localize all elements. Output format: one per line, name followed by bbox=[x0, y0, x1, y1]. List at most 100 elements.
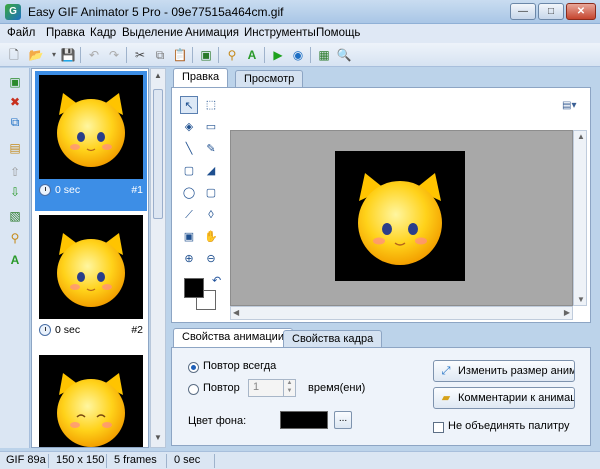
line-icon[interactable]: ╲ bbox=[180, 140, 198, 158]
list-item-frame[interactable]: 0 sec #2 bbox=[35, 211, 147, 351]
select-arrow-icon[interactable]: ↖ bbox=[180, 96, 198, 114]
frame-thumbnail bbox=[39, 215, 143, 319]
add-frame-icon[interactable]: ▣ bbox=[7, 74, 23, 90]
menu-bar: Файл Правка Кадр Выделение Анимация Инст… bbox=[0, 24, 600, 43]
effects-wand-icon[interactable]: ⚲ bbox=[7, 230, 23, 246]
zoom-icon[interactable]: 🔍 bbox=[336, 47, 352, 63]
move-up-icon[interactable]: ⇧ bbox=[7, 164, 23, 180]
fill-bucket-icon[interactable]: ◈ bbox=[180, 118, 198, 136]
clock-icon bbox=[39, 184, 51, 196]
move-down-icon[interactable]: ⇩ bbox=[7, 184, 23, 200]
list-item-frame[interactable]: 0 sec #1 bbox=[35, 71, 147, 211]
frame-info: 0 sec #1 bbox=[39, 183, 143, 199]
rect-select-icon[interactable]: ⬚ bbox=[202, 96, 220, 114]
rounded-rect-icon[interactable]: ▢ bbox=[202, 184, 220, 202]
redo-icon[interactable]: ↷ bbox=[106, 47, 122, 63]
image-insert-icon[interactable]: ▣ bbox=[180, 228, 198, 246]
stepper-down-icon[interactable]: ▼ bbox=[283, 388, 295, 396]
zoom-in-icon[interactable]: ⊕ bbox=[180, 250, 198, 268]
rectangle-icon[interactable]: ▢ bbox=[180, 162, 198, 180]
canvas-area[interactable] bbox=[230, 130, 573, 306]
background-color-picker[interactable] bbox=[280, 411, 328, 429]
canvas-image[interactable] bbox=[335, 151, 465, 281]
status-separator bbox=[48, 454, 49, 468]
insert-frame-icon[interactable]: ▤ bbox=[7, 140, 23, 156]
undo-icon[interactable]: ↶ bbox=[86, 47, 102, 63]
clock-icon bbox=[39, 324, 51, 336]
frames-list: 0 sec #1 0 sec #2 bbox=[31, 68, 149, 448]
paste-icon[interactable]: 📋 bbox=[172, 47, 188, 63]
repeat-always-label: Повтор всегда bbox=[203, 360, 277, 372]
new-file-icon[interactable]: 🗋 bbox=[6, 47, 22, 63]
scroll-right-icon[interactable]: ▶ bbox=[564, 308, 570, 317]
save-icon[interactable]: 💾 bbox=[60, 47, 76, 63]
status-separator bbox=[166, 454, 167, 468]
list-item-frame[interactable] bbox=[35, 351, 147, 447]
image-frame-icon[interactable]: ▧ bbox=[7, 208, 23, 224]
text-a-icon[interactable]: ◢ bbox=[202, 162, 220, 180]
web-preview-icon[interactable]: ◉ bbox=[290, 47, 306, 63]
scroll-up-icon[interactable]: ▲ bbox=[577, 132, 585, 141]
resize-animation-button[interactable]: ⤢ Изменить размер анимации bbox=[433, 360, 575, 382]
repeat-always-radio[interactable] bbox=[188, 362, 199, 373]
pencil-icon[interactable]: ✎ bbox=[202, 140, 220, 158]
ellipse-icon[interactable]: ◯ bbox=[180, 184, 198, 202]
frames-scrollbar[interactable]: ▲ ▼ bbox=[150, 68, 166, 448]
background-color-label: Цвет фона: bbox=[188, 415, 247, 427]
frame-number: #1 bbox=[131, 184, 143, 196]
animation-comments-button[interactable]: ▰ Комментарии к анимации bbox=[433, 387, 575, 409]
no-merge-palette-checkbox[interactable] bbox=[433, 422, 444, 433]
toolbar: 🗋 📂 ▾ 💾 ↶ ↷ ✂ ⧉ 📋 ▣ ⚲ A ▶ ◉ ▦ 🔍 bbox=[0, 43, 600, 67]
text-frame-icon[interactable]: A bbox=[7, 252, 23, 268]
tab-animation-properties[interactable]: Свойства анимации bbox=[173, 328, 293, 348]
eyedropper-icon[interactable]: ⟋ bbox=[180, 206, 198, 224]
menu-edit[interactable]: Правка bbox=[46, 27, 85, 39]
menu-tools[interactable]: Инструменты bbox=[244, 27, 316, 39]
text-tool-icon[interactable]: A bbox=[244, 47, 260, 63]
minimize-button[interactable]: — bbox=[510, 3, 536, 20]
hand-icon[interactable]: ✋ bbox=[202, 228, 220, 246]
frame-delay: 0 sec bbox=[55, 324, 81, 336]
zoom-out-icon[interactable]: ⊖ bbox=[202, 250, 220, 268]
copy-icon[interactable]: ⧉ bbox=[152, 47, 168, 63]
tab-edit[interactable]: Правка bbox=[173, 68, 229, 88]
swap-colors-icon[interactable]: ↶ bbox=[212, 274, 221, 287]
status-bar: GIF 89a 150 x 150 5 frames 0 sec bbox=[0, 451, 600, 469]
menu-file[interactable]: Файл bbox=[7, 27, 35, 39]
play-icon[interactable]: ▶ bbox=[270, 47, 286, 63]
optimize-icon[interactable]: ▦ bbox=[316, 47, 332, 63]
tab-preview[interactable]: Просмотр bbox=[235, 70, 304, 88]
wand-icon[interactable]: ⚲ bbox=[224, 47, 240, 63]
menu-frame[interactable]: Кадр bbox=[90, 27, 116, 39]
menu-help[interactable]: Помощь bbox=[316, 27, 360, 39]
foreground-color[interactable] bbox=[184, 278, 204, 298]
choose-color-button[interactable]: ... bbox=[334, 411, 352, 429]
open-folder-icon[interactable]: 📂 bbox=[28, 47, 44, 63]
status-frames: 5 frames bbox=[114, 454, 157, 466]
stepper-up-icon[interactable]: ▲ bbox=[283, 380, 295, 388]
repeat-count-radio[interactable] bbox=[188, 384, 199, 395]
canvas-horizontal-scrollbar[interactable]: ◀ ▶ bbox=[230, 306, 573, 320]
toolbar-separator bbox=[310, 47, 311, 63]
animation-properties-body: Повтор всегда Повтор 1 ▲ ▼ время(ени) Цв… bbox=[171, 347, 591, 446]
view-options-icon[interactable]: ▤▾ bbox=[562, 100, 582, 116]
eraser-icon[interactable]: ◊ bbox=[202, 206, 220, 224]
tab-frame-properties[interactable]: Свойства кадра bbox=[283, 330, 383, 348]
menu-selection[interactable]: Выделение bbox=[122, 27, 183, 39]
scrollbar-thumb[interactable] bbox=[153, 89, 163, 219]
duplicate-frame-icon[interactable]: ⧉ bbox=[7, 114, 23, 130]
canvas-vertical-scrollbar[interactable]: ▲ ▼ bbox=[573, 130, 587, 306]
maximize-button[interactable]: □ bbox=[538, 3, 564, 20]
gradient-icon[interactable]: ▭ bbox=[202, 118, 220, 136]
image-icon[interactable]: ▣ bbox=[198, 47, 214, 63]
repeat-count-stepper[interactable]: 1 ▲ ▼ bbox=[248, 379, 296, 397]
menu-animation[interactable]: Анимация bbox=[185, 27, 239, 39]
close-button[interactable]: ✕ bbox=[566, 3, 596, 20]
scroll-left-icon[interactable]: ◀ bbox=[233, 308, 239, 317]
delete-frame-icon[interactable]: ✖ bbox=[7, 94, 23, 110]
scroll-up-icon[interactable]: ▲ bbox=[153, 71, 163, 83]
cut-icon[interactable]: ✂ bbox=[132, 47, 148, 63]
scroll-down-icon[interactable]: ▼ bbox=[153, 433, 163, 445]
scroll-down-icon[interactable]: ▼ bbox=[577, 295, 585, 304]
properties-tabs: Свойства анимации Свойства кадра bbox=[171, 328, 591, 348]
